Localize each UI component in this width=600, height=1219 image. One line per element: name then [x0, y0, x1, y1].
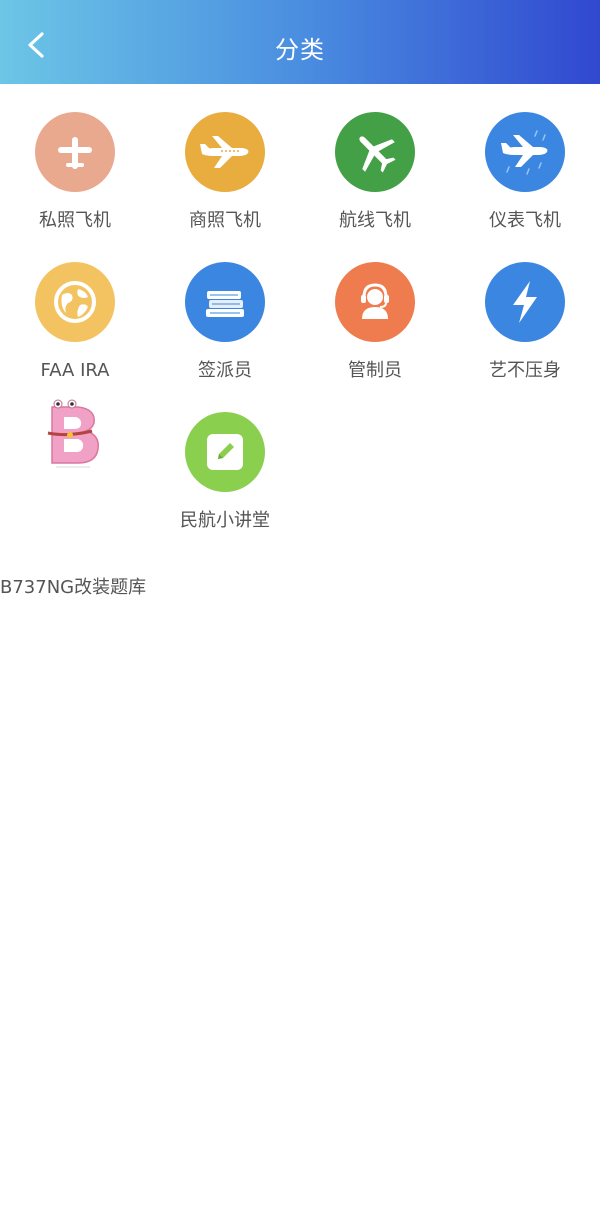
category-instrument[interactable]: 仪表飞机: [450, 84, 600, 234]
books-icon: [185, 262, 265, 342]
airliner-icon: [185, 112, 265, 192]
letter-b-mascot-icon: [38, 397, 108, 469]
category-label: FAA IRA: [40, 360, 110, 381]
category-caac-lecture[interactable]: 民航小讲堂: [150, 384, 300, 534]
headset-icon: [335, 262, 415, 342]
pencil-icon: [185, 412, 265, 492]
category-label: 艺不压身: [489, 360, 561, 381]
category-airline-pilot[interactable]: 航线飞机: [300, 84, 450, 234]
category-label: 管制员: [348, 360, 402, 381]
jet-icon: [335, 112, 415, 192]
category-controller[interactable]: 管制员: [300, 234, 450, 384]
category-skills[interactable]: 艺不压身: [450, 234, 600, 384]
category-label: 商照飞机: [189, 210, 261, 231]
rain-plane-icon: [485, 112, 565, 192]
plane-icon: [35, 112, 115, 192]
lightning-icon: [485, 262, 565, 342]
category-dispatcher[interactable]: 签派员: [150, 234, 300, 384]
category-b737ng[interactable]: [0, 384, 150, 534]
header-bar: 分类: [0, 0, 600, 84]
category-commercial-pilot[interactable]: 商照飞机: [150, 84, 300, 234]
category-private-pilot[interactable]: 私照飞机: [0, 84, 150, 234]
category-label: 私照飞机: [39, 210, 111, 231]
globe-icon: [35, 262, 115, 342]
category-label: 仪表飞机: [489, 210, 561, 231]
category-faa-ira[interactable]: FAA IRA: [0, 234, 150, 384]
category-label: 航线飞机: [339, 210, 411, 231]
category-label: 签派员: [198, 360, 252, 381]
category-label: B737NG改装题库: [0, 577, 147, 598]
category-label: 民航小讲堂: [180, 510, 270, 531]
